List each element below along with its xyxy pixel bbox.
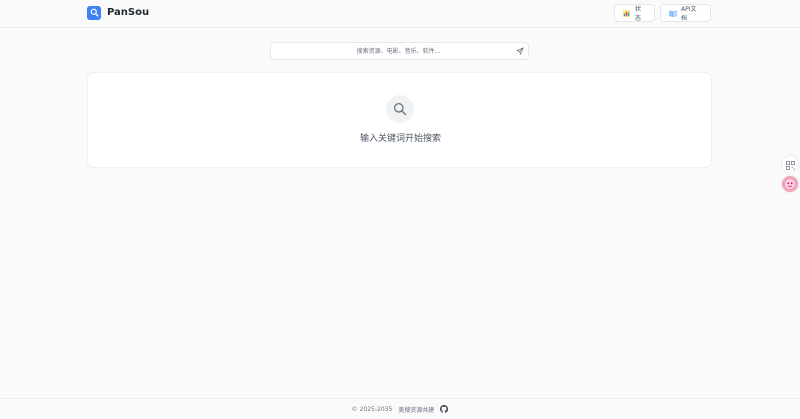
search-icon — [386, 95, 414, 123]
top-header: PanSou 状态 API文档 — [0, 0, 800, 28]
github-icon[interactable] — [440, 405, 449, 413]
bar-chart-icon — [623, 9, 630, 17]
api-docs-button[interactable]: API文档 — [660, 4, 711, 22]
status-button[interactable]: 状态 — [614, 4, 655, 22]
brand-logo[interactable]: PanSou — [87, 5, 149, 20]
search-icon — [87, 5, 101, 20]
api-docs-button-label: API文档 — [681, 6, 697, 22]
mascot-button[interactable] — [782, 176, 798, 192]
mascot-icon — [784, 175, 796, 194]
empty-state-message: 输入关键词开始搜索 — [359, 134, 441, 144]
footer-copyright: © 2025-2035 — [351, 405, 393, 413]
page-footer: © 2025-2035 美搜资源共建 — [0, 398, 800, 419]
search-bar — [270, 42, 529, 60]
status-button-label: 状态 — [635, 6, 642, 22]
results-card: 输入关键词开始搜索 — [87, 72, 712, 168]
book-icon — [669, 10, 677, 17]
brand-name: PanSou — [107, 7, 150, 18]
search-input[interactable] — [271, 43, 511, 59]
send-icon[interactable] — [516, 47, 524, 55]
footer-slogan: 美搜资源共建 — [398, 406, 435, 414]
qr-code-icon — [785, 155, 795, 174]
qr-code-button[interactable] — [782, 156, 798, 172]
